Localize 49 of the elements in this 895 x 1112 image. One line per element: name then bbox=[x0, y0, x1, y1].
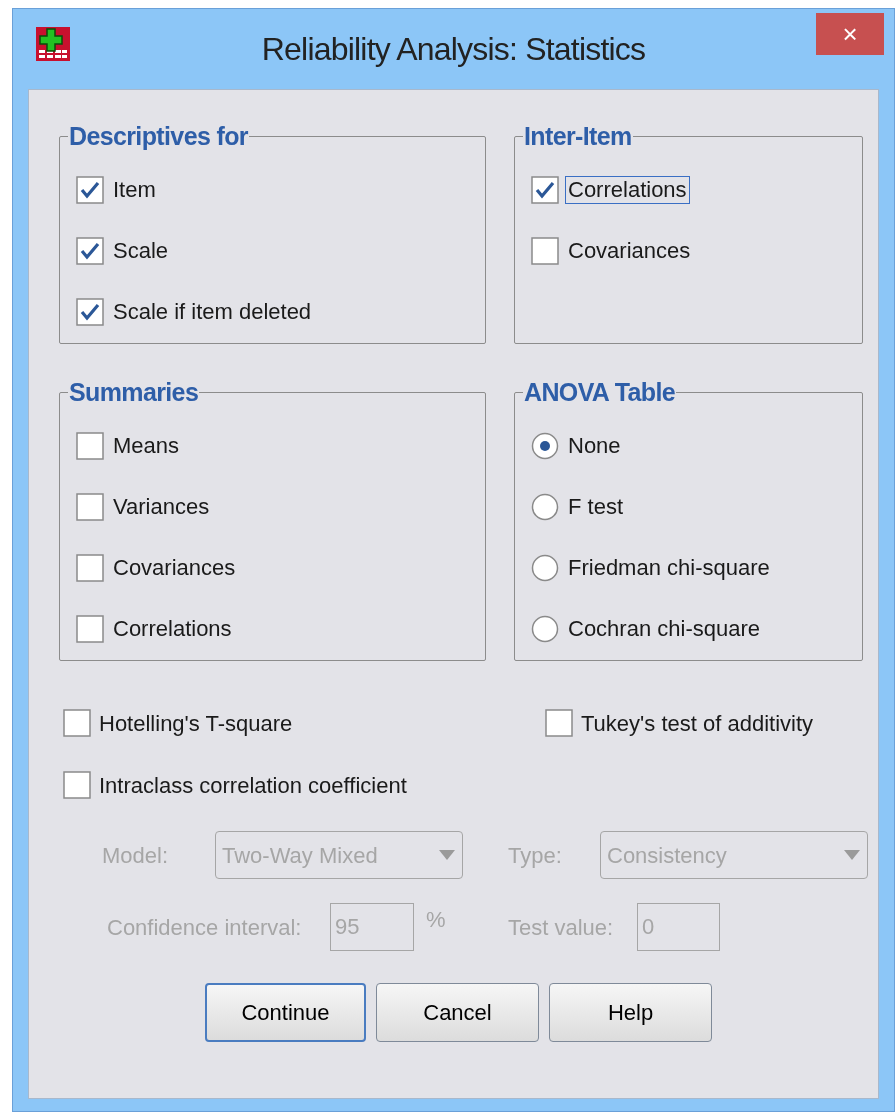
option-label: Means bbox=[112, 432, 181, 460]
option-label: Scale bbox=[112, 237, 170, 265]
checkbox[interactable] bbox=[76, 615, 104, 643]
group-title: ANOVA Table bbox=[523, 378, 676, 406]
option-label: Scale if item deleted bbox=[112, 298, 313, 326]
checkbox[interactable] bbox=[76, 176, 104, 204]
checkbox[interactable] bbox=[76, 554, 104, 582]
field-label: Type: bbox=[508, 842, 562, 868]
group-title: Inter-Item bbox=[523, 122, 633, 150]
option-label: Intraclass correlation coefficient bbox=[99, 771, 407, 800]
option-label: Covariances bbox=[112, 554, 237, 582]
option-label: Item bbox=[112, 176, 157, 204]
caret-icon bbox=[843, 849, 861, 861]
field-label: Confidence interval: bbox=[107, 914, 302, 940]
caret-icon bbox=[438, 849, 456, 861]
option-label: Cochran chi-square bbox=[567, 615, 761, 643]
radio-button[interactable] bbox=[531, 554, 559, 582]
window-title: Reliability Analysis: Statistics bbox=[261, 30, 646, 69]
radio-button[interactable] bbox=[531, 432, 559, 460]
dialog-button[interactable]: Cancel bbox=[376, 983, 539, 1042]
checkbox[interactable] bbox=[76, 493, 104, 521]
group-title: Descriptives for bbox=[68, 122, 249, 150]
dialog-button[interactable]: Continue bbox=[205, 983, 366, 1042]
field-label: Model: bbox=[102, 842, 169, 868]
option-label: F test bbox=[567, 493, 624, 521]
checkbox[interactable] bbox=[531, 176, 559, 204]
checkbox[interactable] bbox=[545, 709, 573, 737]
group-title: Summaries bbox=[68, 378, 200, 406]
option-label: Variances bbox=[112, 493, 211, 521]
option-label: Correlations bbox=[565, 176, 690, 204]
option-label: Tukey's test of additivity bbox=[581, 709, 814, 738]
field-label: Test value: bbox=[508, 914, 614, 940]
close-button[interactable]: × bbox=[816, 13, 884, 55]
option-label: Friedman chi-square bbox=[567, 554, 771, 582]
checkbox[interactable] bbox=[63, 709, 91, 737]
radio-button[interactable] bbox=[531, 615, 559, 643]
dialog-button[interactable]: Help bbox=[549, 983, 712, 1042]
checkbox[interactable] bbox=[63, 771, 91, 799]
app-icon bbox=[35, 26, 71, 62]
checkbox[interactable] bbox=[76, 237, 104, 265]
radio-button[interactable] bbox=[531, 493, 559, 521]
checkbox[interactable] bbox=[76, 432, 104, 460]
option-label: None bbox=[567, 432, 622, 460]
option-label: Hotelling's T-square bbox=[99, 709, 293, 738]
field-label: % bbox=[426, 907, 446, 932]
checkbox[interactable] bbox=[76, 298, 104, 326]
checkbox[interactable] bbox=[531, 237, 559, 265]
option-label: Correlations bbox=[112, 615, 233, 643]
option-label: Covariances bbox=[567, 237, 692, 265]
